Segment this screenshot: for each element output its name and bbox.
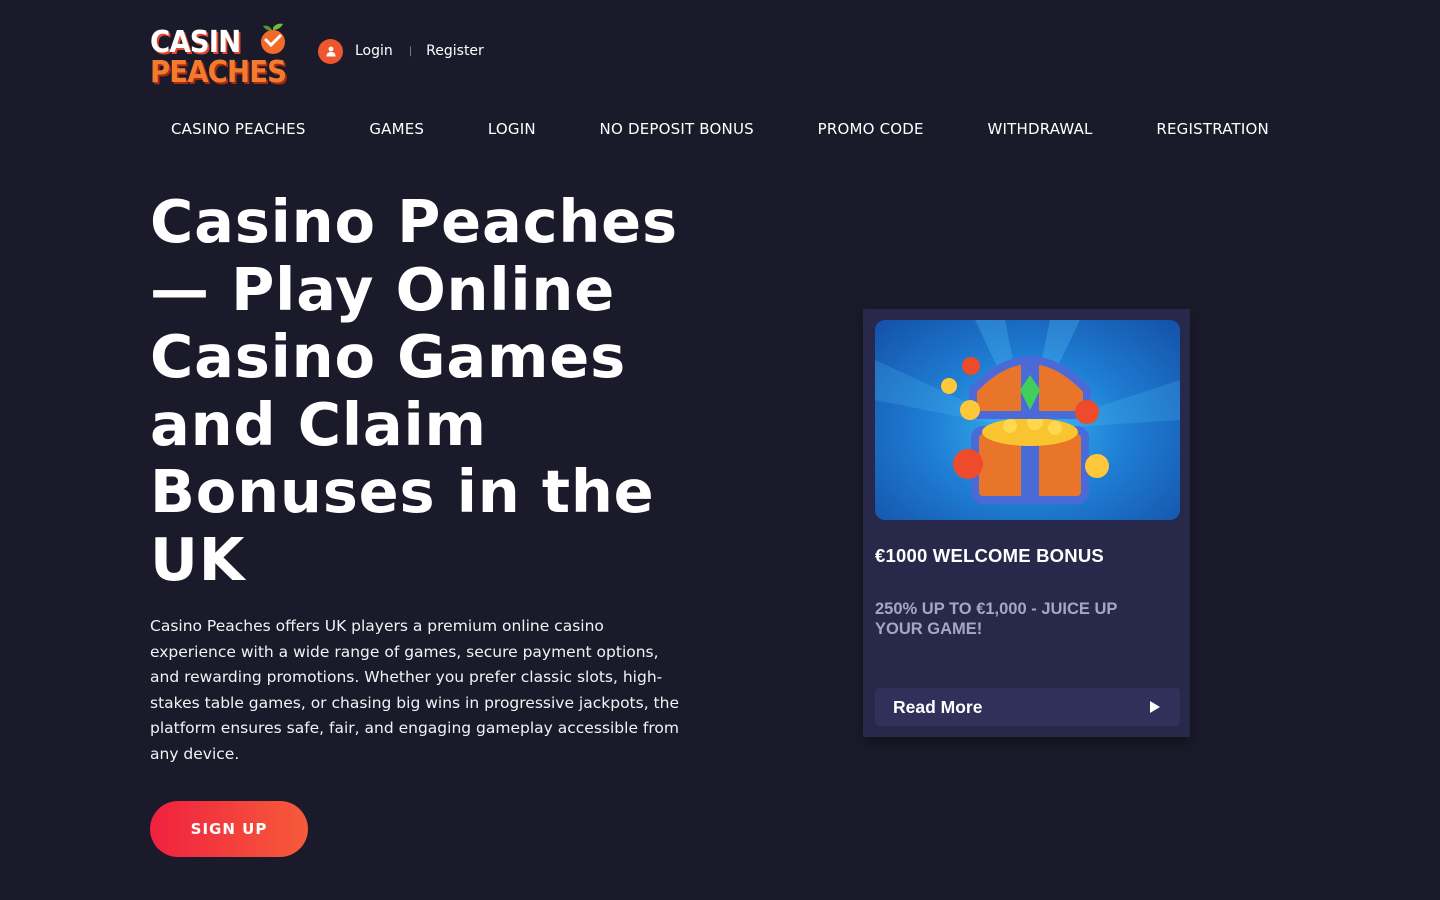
user-icon[interactable] bbox=[318, 38, 343, 64]
promo-subtitle: 250% UP TO €1,000 - JUICE UP YOUR GAME! bbox=[875, 600, 1118, 638]
auth-separator: | bbox=[408, 45, 413, 57]
nav-item-games[interactable]: GAMES bbox=[369, 120, 424, 138]
promo-title: €1000 WELCOME BONUS bbox=[875, 545, 1104, 566]
signup-button[interactable]: SIGN UP bbox=[150, 801, 308, 857]
read-more-label: Read More bbox=[893, 696, 983, 717]
main-nav: CASINO PEACHES GAMES LOGIN NO DEPOSIT BO… bbox=[150, 112, 1290, 146]
hero-description: Casino Peaches offers UK players a premi… bbox=[150, 617, 679, 763]
nav-item-login[interactable]: LOGIN bbox=[488, 120, 536, 138]
site-logo[interactable]: CASIN PEACHES bbox=[150, 22, 290, 90]
nav-item-registration[interactable]: REGISTRATION bbox=[1156, 120, 1269, 138]
page: CASIN PEACHES Login | Register CASINO PE… bbox=[0, 0, 1440, 900]
hero-title: Casino Peaches — Play Online Casino Game… bbox=[150, 187, 678, 594]
play-arrow-icon bbox=[1150, 701, 1160, 713]
register-link[interactable]: Register bbox=[426, 43, 484, 59]
auth-links: Login | Register bbox=[318, 38, 484, 64]
login-link[interactable]: Login bbox=[355, 43, 393, 59]
nav-item-withdrawal[interactable]: WITHDRAWAL bbox=[987, 120, 1092, 138]
logo-line-2: PEACHES bbox=[150, 55, 287, 90]
nav-item-promo-code[interactable]: PROMO CODE bbox=[818, 120, 924, 138]
nav-item-casino-peaches[interactable]: CASINO PEACHES bbox=[171, 120, 306, 138]
read-more-button[interactable]: Read More bbox=[875, 688, 1180, 726]
peach-icon bbox=[261, 23, 285, 54]
treasure-chest-icon bbox=[875, 320, 1180, 520]
nav-item-no-deposit-bonus[interactable]: NO DEPOSIT BONUS bbox=[600, 120, 754, 138]
logo-line-1: CASIN bbox=[150, 25, 241, 60]
welcome-bonus-card: €1000 WELCOME BONUS 250% UP TO €1,000 - … bbox=[863, 309, 1190, 737]
